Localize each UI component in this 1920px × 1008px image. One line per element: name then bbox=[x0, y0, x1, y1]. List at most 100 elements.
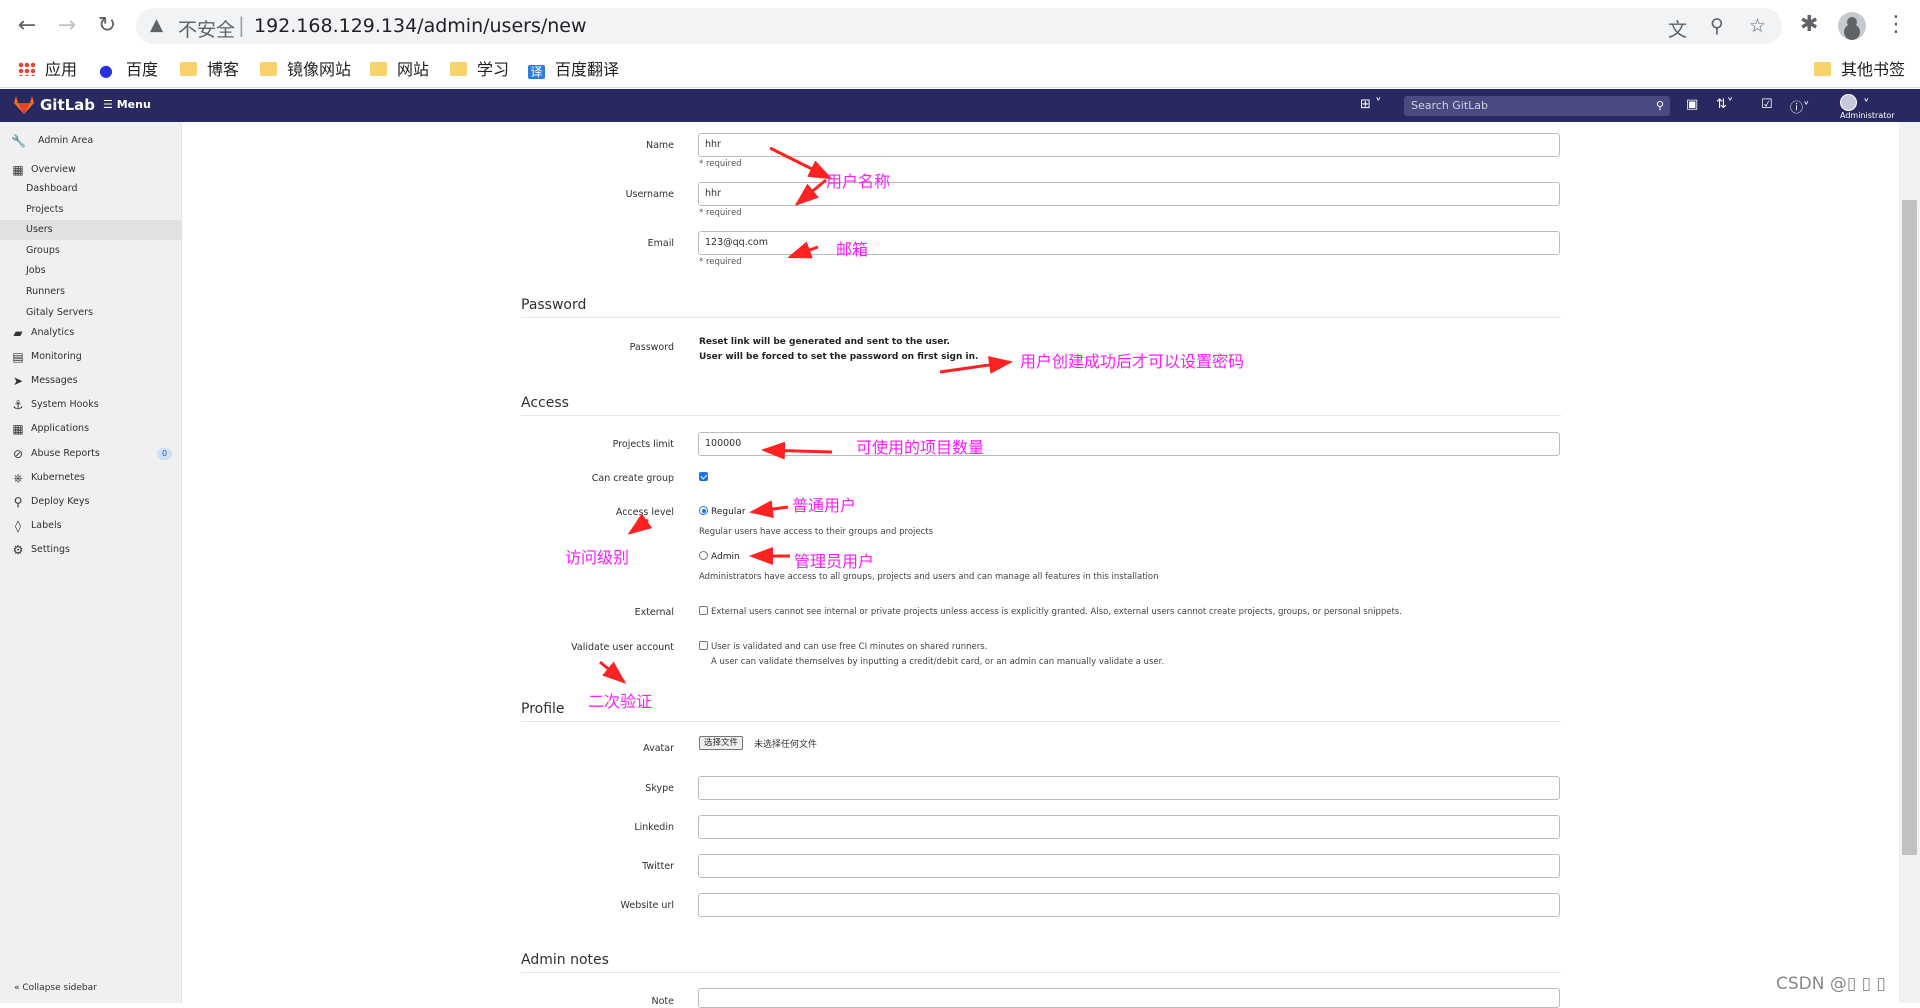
star-icon[interactable]: ☆ bbox=[1749, 15, 1766, 37]
external-checkbox[interactable] bbox=[699, 606, 708, 615]
validate-checkbox[interactable] bbox=[699, 641, 708, 650]
abuse-icon: ⊘ bbox=[12, 447, 24, 461]
website-input[interactable] bbox=[698, 893, 1560, 917]
bookmark-fanyi[interactable]: 译百度翻译 bbox=[528, 58, 619, 82]
help-icon[interactable]: ⓘ˅ bbox=[1790, 97, 1810, 116]
validate-label: Validate user account bbox=[571, 642, 674, 653]
new-item-icon[interactable]: ⊞ ˅ bbox=[1360, 97, 1382, 112]
translate-app-icon: 译 bbox=[528, 65, 545, 79]
sidebar-item-labels[interactable]: ◊ Labels bbox=[0, 516, 181, 536]
password-label: Password bbox=[629, 342, 674, 353]
page-scrollbar-thumb[interactable] bbox=[1902, 200, 1917, 855]
admin-radio[interactable] bbox=[699, 551, 708, 560]
profile-avatar[interactable] bbox=[1838, 12, 1866, 40]
zoom-icon[interactable]: ⚲ bbox=[1710, 15, 1724, 37]
merge-requests-icon[interactable]: ⇅˅ bbox=[1716, 97, 1733, 112]
skype-input[interactable] bbox=[698, 776, 1560, 800]
sidebar-item-applications[interactable]: ▦ Applications bbox=[0, 419, 181, 439]
sidebar-item-jobs[interactable]: Jobs bbox=[0, 261, 181, 281]
admin-help: Administrators have access to all groups… bbox=[699, 572, 1159, 582]
twitter-input[interactable] bbox=[698, 854, 1560, 878]
external-help: External users cannot see internal or pr… bbox=[711, 607, 1402, 617]
gitlab-logo-icon[interactable] bbox=[14, 96, 34, 114]
label-icon: ◊ bbox=[15, 519, 21, 533]
browser-toolbar: ← → ↻ ▲ 不安全 | 192.168.129.134/admin/user… bbox=[0, 0, 1920, 52]
note-input[interactable] bbox=[698, 988, 1560, 1008]
more-icon[interactable]: ⋮ bbox=[1885, 12, 1907, 37]
sidebar-item-deploy-keys[interactable]: ⚲ Deploy Keys bbox=[0, 492, 181, 512]
wrench-icon: 🔧 bbox=[11, 134, 26, 148]
bookmark-blog[interactable]: 博客 bbox=[180, 58, 239, 82]
applications-icon: ▦ bbox=[12, 422, 24, 436]
double-chevron-left-icon: « bbox=[14, 983, 20, 993]
regular-label: Regular bbox=[711, 507, 746, 517]
projects-limit-input[interactable]: 100000 bbox=[698, 432, 1560, 456]
bookmark-baidu[interactable]: ● 百度 bbox=[99, 58, 158, 82]
reload-icon[interactable]: ↻ bbox=[94, 13, 120, 39]
access-section-title: Access bbox=[521, 395, 1561, 416]
can-create-group-checkbox[interactable] bbox=[699, 472, 708, 481]
email-label: Email bbox=[647, 238, 674, 249]
bookmark-sites[interactable]: 网站 bbox=[370, 58, 429, 82]
sidebar-item-abuse-reports[interactable]: ⊘ Abuse Reports 0 bbox=[0, 444, 181, 464]
sidebar-item-monitoring[interactable]: ▤ Monitoring bbox=[0, 347, 181, 367]
username-label: Username bbox=[625, 189, 674, 200]
kubernetes-icon: ⎈ bbox=[13, 471, 23, 485]
profile-section-title: Profile bbox=[521, 701, 1561, 722]
address-bar[interactable]: ▲ 不安全 | 192.168.129.134/admin/users/new … bbox=[136, 8, 1782, 44]
url-text[interactable]: 192.168.129.134/admin/users/new bbox=[254, 15, 587, 37]
translate-icon[interactable]: 文 bbox=[1668, 15, 1687, 42]
forward-icon[interactable]: → bbox=[54, 13, 80, 39]
sidebar-item-kubernetes[interactable]: ⎈ Kubernetes bbox=[0, 468, 181, 488]
choose-file-button[interactable]: 选择文件 bbox=[699, 736, 744, 750]
password-help-line1: Reset link will be generated and sent to… bbox=[699, 337, 950, 347]
search-input[interactable]: Search GitLab ⚲ bbox=[1404, 96, 1670, 116]
messages-icon: ➤ bbox=[12, 374, 24, 388]
bookmark-study[interactable]: 学习 bbox=[450, 58, 509, 82]
apps-icon bbox=[18, 62, 35, 76]
back-icon[interactable]: ← bbox=[14, 13, 40, 39]
address-separator: | bbox=[238, 13, 245, 37]
sidebar-item-overview[interactable]: ▦ Overview bbox=[0, 160, 181, 180]
key-icon: ⚲ bbox=[13, 495, 23, 509]
password-help-line2: User will be forced to set the password … bbox=[699, 352, 979, 362]
sidebar-item-runners[interactable]: Runners bbox=[0, 282, 181, 302]
gitlab-brand[interactable]: GitLab bbox=[40, 96, 95, 114]
sidebar-item-settings[interactable]: ⚙ Settings bbox=[0, 540, 181, 560]
sidebar-item-messages[interactable]: ➤ Messages bbox=[0, 371, 181, 391]
regular-radio[interactable] bbox=[699, 506, 708, 515]
sidebar-item-system-hooks[interactable]: ⚓ System Hooks bbox=[0, 395, 181, 415]
issues-icon[interactable]: ▣ bbox=[1686, 97, 1698, 112]
baidu-icon: ● bbox=[99, 61, 113, 80]
sidebar-item-projects[interactable]: Projects bbox=[0, 200, 181, 220]
collapse-sidebar-button[interactable]: « Collapse sidebar bbox=[14, 983, 97, 993]
warning-icon: ▲ bbox=[150, 15, 164, 35]
sidebar-item-gitaly[interactable]: Gitaly Servers bbox=[0, 303, 181, 323]
skype-label: Skype bbox=[645, 783, 674, 794]
hook-icon: ⚓ bbox=[12, 398, 24, 412]
admin-notes-section-title: Admin notes bbox=[521, 952, 1561, 973]
menu-button[interactable]: ☰ Menu bbox=[103, 98, 151, 111]
extensions-icon[interactable]: ✱ bbox=[1800, 12, 1818, 37]
sidebar-item-groups[interactable]: Groups bbox=[0, 241, 181, 261]
bookmark-apps[interactable]: 应用 bbox=[18, 58, 77, 82]
avatar-label: Avatar bbox=[643, 743, 674, 754]
folder-icon bbox=[260, 62, 277, 76]
sidebar-item-users[interactable]: Users bbox=[0, 220, 181, 240]
twitter-label: Twitter bbox=[642, 861, 674, 872]
sidebar-item-analytics[interactable]: ▰ Analytics bbox=[0, 323, 181, 343]
sidebar-item-dashboard[interactable]: Dashboard bbox=[0, 179, 181, 199]
folder-icon bbox=[450, 62, 467, 76]
todo-icon[interactable]: ☑ bbox=[1761, 97, 1773, 112]
user-avatar[interactable] bbox=[1840, 94, 1857, 111]
bookmark-mirror[interactable]: 镜像网站 bbox=[260, 58, 351, 82]
annotation-admin: 管理员用户 bbox=[794, 552, 875, 571]
bookmark-other[interactable]: 其他书签 bbox=[1814, 58, 1905, 82]
search-icon: ⚲ bbox=[1655, 99, 1664, 112]
linkedin-input[interactable] bbox=[698, 815, 1560, 839]
validate-help-2: A user can validate themselves by inputt… bbox=[711, 657, 1165, 667]
email-input[interactable]: 123@qq.com bbox=[698, 231, 1560, 255]
projects-limit-label: Projects limit bbox=[612, 439, 674, 450]
sidebar-title[interactable]: 🔧 Admin Area bbox=[0, 131, 181, 151]
name-input[interactable]: hhr bbox=[698, 133, 1560, 157]
